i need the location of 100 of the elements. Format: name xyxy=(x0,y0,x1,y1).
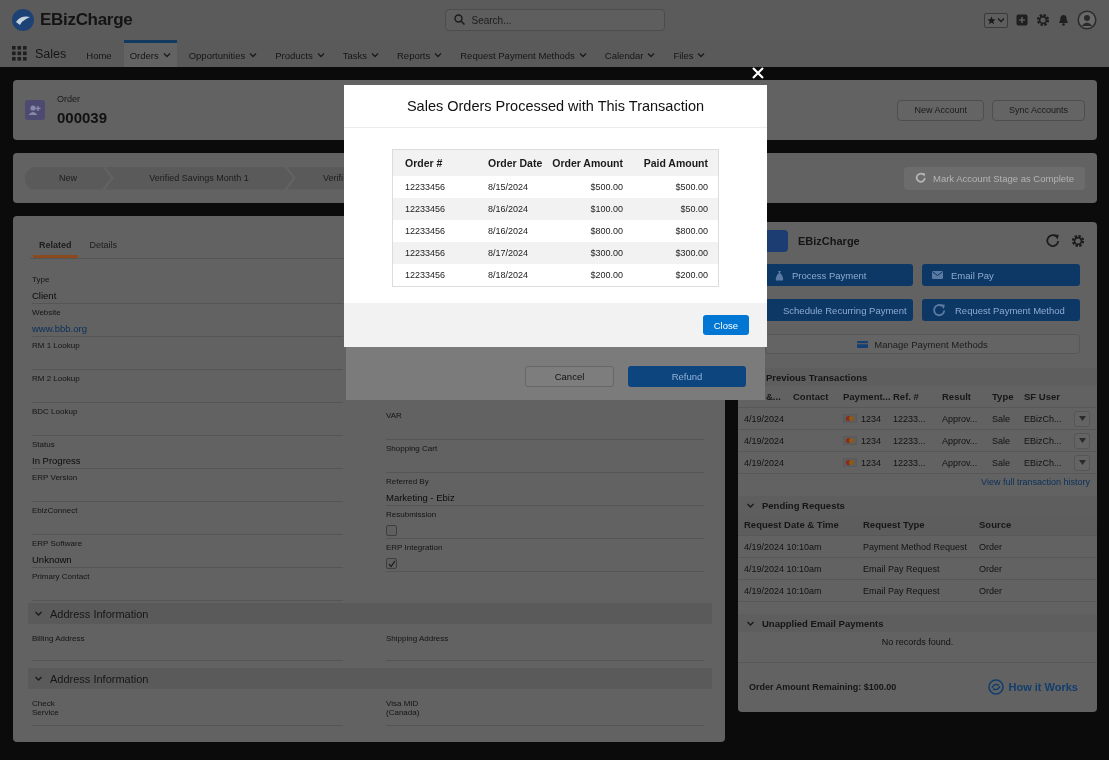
logo-icon xyxy=(12,9,34,31)
field-value: Unknown xyxy=(32,554,72,565)
caret-icon xyxy=(1078,460,1086,465)
checkbox[interactable] xyxy=(386,558,397,569)
action-button[interactable]: Sync Accounts xyxy=(991,99,1085,121)
app-launcher-icon[interactable] xyxy=(12,46,27,61)
add-icon[interactable] xyxy=(1016,14,1028,26)
field-label: Type xyxy=(32,275,50,284)
settings-icon[interactable] xyxy=(1071,234,1085,248)
column-header: Request Type xyxy=(863,519,926,530)
table-cell-text: $800.00 xyxy=(674,226,709,236)
table-cell-text: 12233456 xyxy=(404,182,447,192)
action-button[interactable]: New Account xyxy=(897,99,984,121)
table-cell-text: 4/19/2024 xyxy=(744,435,786,446)
table-cell-text: 8/17/2024 xyxy=(487,248,530,258)
card-icon xyxy=(857,340,869,348)
table-cell-text: Email Pay Request xyxy=(863,585,941,596)
action-button[interactable]: Email Pay xyxy=(922,264,1080,286)
section-header[interactable]: Pending Requests xyxy=(738,496,1097,514)
close-icon[interactable] xyxy=(751,66,765,80)
table-cell-text: 8/16/2024 xyxy=(487,226,530,236)
table-cell-text: 12233456 xyxy=(404,226,447,236)
table-cell-text: EBizCh... xyxy=(1024,413,1063,424)
field-value: Marketing - Ebiz xyxy=(386,492,455,503)
empty-message: No records found. xyxy=(881,637,954,647)
search-field[interactable]: Search... xyxy=(444,9,665,31)
manage-payment-methods-button[interactable]: Manage Payment Methods xyxy=(765,334,1080,354)
nav-tab[interactable]: Files xyxy=(667,40,712,67)
field-label: Billing Address xyxy=(32,634,85,643)
remaining-amount: Order Amount Remaining: $100.00 xyxy=(749,682,897,692)
avatar-icon[interactable] xyxy=(1077,10,1097,30)
modal-title: Sales Orders Processed with This Transaction xyxy=(344,85,767,128)
table-cell-text: 12233... xyxy=(893,457,927,468)
refresh-icon[interactable] xyxy=(1045,233,1061,249)
sync-icon[interactable] xyxy=(932,302,947,318)
field-label: VAR xyxy=(386,411,402,420)
close-button[interactable]: Close xyxy=(702,315,749,335)
checkbox[interactable] xyxy=(386,525,397,536)
table-cell-text: $500.00 xyxy=(589,182,624,192)
table-cell: 1234 xyxy=(861,457,882,468)
action-button[interactable]: Request Payment Method xyxy=(922,299,1080,321)
nav-tab[interactable]: Products xyxy=(269,40,331,67)
table-cell-text: $200.00 xyxy=(589,270,624,280)
row-menu-button[interactable] xyxy=(1074,454,1090,471)
section-header[interactable]: Address Information xyxy=(28,668,712,689)
field-label: Shipping Address xyxy=(386,634,449,643)
table-cell-text: Approv... xyxy=(942,435,979,446)
nav-tab[interactable]: Home xyxy=(80,40,118,67)
field-label: Resubmission xyxy=(386,510,437,519)
table-cell-text: $500.00 xyxy=(674,182,709,192)
star-icon xyxy=(987,15,996,25)
chevron-icon[interactable] xyxy=(34,609,43,618)
dialog-button[interactable]: Refund xyxy=(628,366,746,387)
row-menu-button[interactable] xyxy=(1074,432,1090,449)
field-label: Referred By xyxy=(386,477,429,486)
money-bag-icon xyxy=(775,269,784,281)
section-header[interactable]: Address Information xyxy=(28,603,712,624)
table-cell-text: $300.00 xyxy=(589,248,624,258)
nav-tab[interactable]: Opportunities xyxy=(182,40,264,67)
section-header[interactable]: Unapplied Email Payments xyxy=(738,614,1097,632)
nav-tab[interactable]: Request Payment Methods xyxy=(454,40,593,67)
record-tab[interactable]: Related xyxy=(33,234,78,258)
envelope-icon xyxy=(932,271,943,279)
table-cell-text: 8/15/2024 xyxy=(487,182,530,192)
table-cell-text: Payment Method Request xyxy=(863,541,969,552)
action-button[interactable]: Process Payment xyxy=(765,264,913,286)
dialog-button[interactable]: Cancel xyxy=(525,366,614,387)
path-stage[interactable]: New xyxy=(25,166,111,190)
table-cell-text: 4/19/2024 xyxy=(744,413,786,424)
nav-tab[interactable]: Calendar xyxy=(598,40,662,67)
favorites-button[interactable] xyxy=(984,12,1008,28)
action-button[interactable]: Schedule Recurring Payment xyxy=(765,299,913,321)
column-header: Paid Amount xyxy=(642,157,709,169)
nav-tab[interactable]: Tasks xyxy=(336,40,385,67)
record-tab[interactable]: Details xyxy=(83,234,124,258)
history-link[interactable]: View full transaction history xyxy=(981,477,1090,487)
nav-tab[interactable]: Reports xyxy=(391,40,449,67)
column-header: Request Date & Time xyxy=(744,519,840,530)
nav-tab[interactable]: Orders xyxy=(123,40,177,67)
table-cell-text: Email Pay Request xyxy=(863,563,941,574)
field-label: Primary Contact xyxy=(32,572,90,581)
chevron-icon[interactable] xyxy=(34,674,43,683)
bell-icon[interactable] xyxy=(1058,14,1069,26)
how-it-works-link[interactable]: How it Works xyxy=(987,679,1078,695)
column-header: Order # xyxy=(404,157,444,169)
field-label: Visa MID (Canada) xyxy=(386,699,421,717)
website-link[interactable]: www.bbb.org xyxy=(32,323,87,334)
settings-icon[interactable] xyxy=(1036,13,1050,27)
table-cell-text: 4/19/2024 10:10am xyxy=(744,585,823,596)
table-cell-text: Sale xyxy=(992,435,1011,446)
row-menu-button[interactable] xyxy=(1074,410,1090,427)
table-cell-text: 4/19/2024 xyxy=(744,457,786,468)
column-header: Ref. # xyxy=(893,391,920,402)
app-name: EBizCharge xyxy=(40,10,133,30)
table-cell-text: 12233456 xyxy=(404,248,447,258)
table-cell-text: Sale xyxy=(992,457,1011,468)
caret-icon xyxy=(1078,416,1086,421)
caret-icon xyxy=(997,16,1005,24)
field-label: Status xyxy=(32,440,55,449)
search-icon xyxy=(453,14,465,25)
